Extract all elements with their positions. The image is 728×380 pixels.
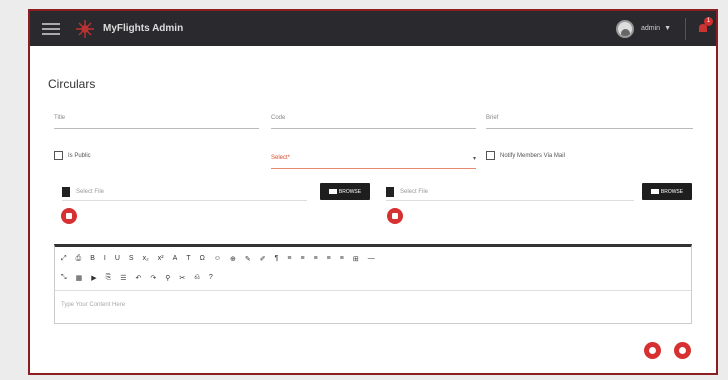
add-icon[interactable]	[674, 342, 691, 359]
toolbar-button-icon[interactable]: ?	[209, 274, 213, 281]
notify-label: Notify Members Via Mail	[500, 152, 565, 159]
toolbar-button-icon[interactable]: ≡	[300, 255, 304, 262]
folder-icon	[650, 189, 659, 194]
upload-button-1[interactable]	[61, 208, 77, 224]
bell-icon[interactable]: 1	[696, 16, 713, 36]
toolbar-button-icon[interactable]: ↷	[150, 274, 156, 282]
toolbar-button-icon[interactable]: x²	[158, 255, 164, 262]
checkbox-box[interactable]	[486, 151, 495, 160]
toolbar-button-icon[interactable]: ⤡	[61, 274, 67, 282]
avatar[interactable]	[615, 19, 634, 38]
chevron-down-icon[interactable]: ▾	[473, 155, 476, 162]
toolbar-button-icon[interactable]: ⚲	[165, 274, 170, 282]
notification-badge: 1	[704, 16, 713, 26]
save-icon[interactable]	[644, 342, 661, 359]
toolbar-button-icon[interactable]: ≡	[327, 255, 331, 262]
rich-text-editor: ⤢ ⎙ B I U Sx₂ x² A T Ω ☺ ⊕ ✎ ✐ ¶ ≡ ≡ ≡ ≡ ≡ ⊞ — ⤡ ▦ ▶ ⎘ ☰ ↶ ↷ ⚲ ✂ ⎌? Ty…	[54, 244, 692, 324]
title-input[interactable]: Title	[54, 111, 259, 129]
toolbar-button-icon[interactable]: ▶	[91, 274, 96, 282]
editor-toolbar-row-1: ⤢ ⎙ B I U Sx₂ x² A T Ω ☺ ⊕ ✎ ✐ ¶ ≡ ≡ ≡ ≡ ≡ ⊞ —	[55, 251, 691, 266]
toolbar-button-icon[interactable]: —	[368, 255, 375, 262]
toolbar-button-icon[interactable]: Ω	[200, 255, 205, 262]
top-navbar: MyFlights Admin admin ▼ 1	[30, 11, 716, 46]
toolbar-button-icon[interactable]: ⎌	[194, 274, 200, 282]
chevron-down-icon[interactable]: ▼	[664, 25, 671, 32]
toolbar-button-icon[interactable]: ⊕	[230, 255, 236, 263]
toolbar-button-icon[interactable]: ¶	[275, 255, 279, 262]
file-input-1[interactable]: Select File	[62, 183, 307, 201]
toolbar-button-icon[interactable]: A	[173, 255, 178, 262]
toolbar-button-icon[interactable]: ⤢	[61, 255, 67, 263]
divider	[685, 17, 686, 40]
file-input-2[interactable]: Select File	[386, 183, 634, 201]
toolbar-button-icon[interactable]: ≡	[287, 255, 291, 262]
folder-icon	[328, 189, 337, 194]
upload-button-2[interactable]	[387, 208, 403, 224]
app-window: MyFlights Admin admin ▼ 1 Circulars Titl…	[28, 9, 718, 375]
hamburger-icon[interactable]	[42, 22, 60, 35]
file-placeholder-1: Select File	[76, 188, 105, 195]
toolbar-button-icon[interactable]: ▦	[76, 274, 83, 282]
toolbar-button-icon[interactable]: ↶	[136, 274, 142, 282]
select-dropdown[interactable]: Select* ▾	[271, 151, 476, 169]
toolbar-button-icon[interactable]: ⎘	[106, 274, 112, 282]
browse-button-1[interactable]: BROWSE	[320, 183, 370, 200]
toolbar-button-icon[interactable]: B	[90, 255, 95, 262]
toolbar-button-icon[interactable]: I	[104, 255, 106, 262]
username[interactable]: admin	[641, 25, 660, 32]
toolbar-button-icon[interactable]: T	[186, 255, 190, 262]
toolbar-button-icon[interactable]: ☺	[214, 255, 221, 262]
notify-checkbox[interactable]: Notify Members Via Mail	[486, 151, 565, 160]
browse-button-2[interactable]: BROWSE	[642, 183, 692, 200]
toolbar-button-icon[interactable]: ☰	[120, 274, 126, 282]
toolbar-button-icon[interactable]: ≡	[340, 255, 344, 262]
page-title: Circulars	[48, 77, 96, 91]
toolbar-button-icon[interactable]: ≡	[314, 255, 318, 262]
editor-toolbar-row-2: ⤡ ▦ ▶ ⎘ ☰ ↶ ↷ ⚲ ✂ ⎌?	[55, 270, 691, 285]
file-icon	[62, 186, 70, 197]
editor-content-area[interactable]: Type Your Content Here	[55, 290, 691, 324]
code-input[interactable]: Code	[271, 111, 476, 129]
browse-label-2: BROWSE	[660, 188, 684, 195]
toolbar-button-icon[interactable]: x₂	[143, 255, 149, 262]
toolbar-button-icon[interactable]: U	[115, 255, 120, 262]
browse-label-1: BROWSE	[338, 188, 362, 195]
file-icon	[386, 186, 394, 197]
app-logo-icon	[74, 18, 96, 40]
toolbar-button-icon[interactable]: ⎙	[76, 255, 82, 263]
select-placeholder: Select*	[271, 155, 291, 161]
toolbar-button-icon[interactable]: ✂	[179, 274, 185, 282]
toolbar-button-icon[interactable]: ⊞	[353, 255, 359, 263]
app-title: MyFlights Admin	[103, 23, 184, 34]
checkbox-box[interactable]	[54, 151, 63, 160]
is-public-checkbox[interactable]: Is Public	[54, 151, 91, 160]
is-public-label: Is Public	[68, 152, 91, 159]
toolbar-button-icon[interactable]: ✐	[260, 255, 266, 263]
brief-input[interactable]: Brief	[486, 111, 693, 129]
file-placeholder-2: Select File	[400, 188, 429, 195]
toolbar-button-icon[interactable]: ✎	[245, 255, 251, 263]
toolbar-button-icon[interactable]: S	[129, 255, 134, 262]
